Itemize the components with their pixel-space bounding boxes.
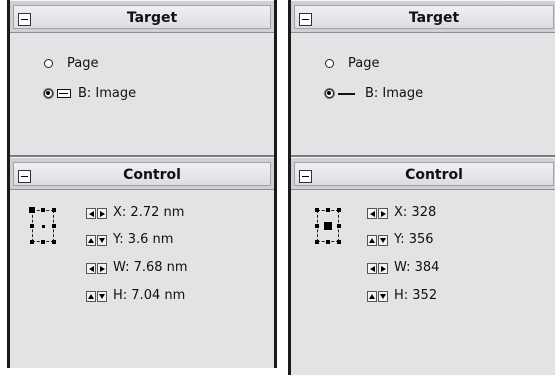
line-icon <box>338 93 355 95</box>
handle-top-left[interactable] <box>29 207 35 213</box>
collapse-icon[interactable] <box>18 170 31 183</box>
handle-bottom[interactable] <box>41 240 45 244</box>
x-stepper[interactable] <box>86 208 107 219</box>
handle-right[interactable] <box>337 224 341 228</box>
handle-top-right[interactable] <box>52 208 56 212</box>
decrement-button[interactable] <box>86 208 96 219</box>
target-body: Page B: Image <box>291 33 555 155</box>
control-section-header[interactable]: Control <box>291 157 555 190</box>
right-panel: Target Page B: Image Control X: 328 Y: 3… <box>288 0 555 375</box>
control-body: X: 328 Y: 356 W: 384 H: 352 <box>291 190 555 375</box>
handle-center[interactable] <box>324 222 332 230</box>
y-stepper[interactable] <box>86 235 107 246</box>
handle-top-right[interactable] <box>337 208 341 212</box>
decrement-button[interactable] <box>367 208 377 219</box>
x-field[interactable]: X: 2.72 nm <box>113 205 184 220</box>
decrement-button[interactable] <box>97 235 107 246</box>
control-title: Control <box>123 167 181 183</box>
target-title: Target <box>408 10 460 26</box>
decrement-button[interactable] <box>378 235 388 246</box>
collapse-icon[interactable] <box>299 170 312 183</box>
page-radio[interactable] <box>44 59 53 68</box>
collapse-icon[interactable] <box>18 13 31 26</box>
handle-left[interactable] <box>30 224 34 228</box>
decrement-button[interactable] <box>378 291 388 302</box>
x-stepper[interactable] <box>367 208 388 219</box>
image-radio[interactable] <box>325 89 334 98</box>
handle-center[interactable] <box>42 225 45 228</box>
handle-left[interactable] <box>315 224 319 228</box>
control-section-header[interactable]: Control <box>10 157 274 190</box>
x-field[interactable]: X: 328 <box>394 205 436 220</box>
w-field[interactable]: W: 7.68 nm <box>113 260 188 275</box>
target-section-header[interactable]: Target <box>291 0 555 33</box>
y-field[interactable]: Y: 3.6 nm <box>113 232 173 247</box>
handle-bottom-left[interactable] <box>30 240 34 244</box>
increment-button[interactable] <box>378 208 388 219</box>
target-section-header[interactable]: Target <box>10 0 274 33</box>
handle-top-left[interactable] <box>315 208 319 212</box>
page-radio[interactable] <box>325 59 334 68</box>
w-field[interactable]: W: 384 <box>394 260 439 275</box>
increment-button[interactable] <box>97 208 107 219</box>
handle-top[interactable] <box>41 208 45 212</box>
h-stepper[interactable] <box>86 291 107 302</box>
header-bar: Target <box>13 5 271 29</box>
anchor-widget[interactable] <box>28 206 58 246</box>
increment-button[interactable] <box>97 263 107 274</box>
handle-bottom[interactable] <box>326 240 330 244</box>
handle-bottom-left[interactable] <box>315 240 319 244</box>
image-radio[interactable] <box>44 89 53 98</box>
target-title: Target <box>126 10 178 26</box>
decrement-button[interactable] <box>367 263 377 274</box>
control-title: Control <box>405 167 463 183</box>
left-panel: Target Page B: Image Control X: 2.72 nm … <box>7 0 277 368</box>
increment-button[interactable] <box>378 263 388 274</box>
header-bar: Control <box>13 162 271 186</box>
w-stepper[interactable] <box>86 263 107 274</box>
increment-button[interactable] <box>367 235 377 246</box>
target-body: Page B: Image <box>10 33 274 155</box>
increment-button[interactable] <box>86 291 96 302</box>
increment-button[interactable] <box>86 235 96 246</box>
handle-right[interactable] <box>52 224 56 228</box>
y-stepper[interactable] <box>367 235 388 246</box>
header-bar: Target <box>294 5 554 29</box>
handle-top[interactable] <box>326 208 330 212</box>
control-body: X: 2.72 nm Y: 3.6 nm W: 7.68 nm H: 7.04 … <box>10 190 274 368</box>
handle-bottom-right[interactable] <box>52 240 56 244</box>
y-field[interactable]: Y: 356 <box>394 232 434 247</box>
page-option-label: Page <box>348 56 380 71</box>
h-stepper[interactable] <box>367 291 388 302</box>
image-thumb-icon <box>57 89 71 98</box>
page-option-label: Page <box>67 56 99 71</box>
decrement-button[interactable] <box>97 291 107 302</box>
anchor-widget[interactable] <box>313 206 343 246</box>
handle-bottom-right[interactable] <box>337 240 341 244</box>
header-bar: Control <box>294 162 554 186</box>
image-option-label: B: Image <box>365 86 424 101</box>
h-field[interactable]: H: 7.04 nm <box>113 288 185 303</box>
w-stepper[interactable] <box>367 263 388 274</box>
collapse-icon[interactable] <box>299 13 312 26</box>
decrement-button[interactable] <box>86 263 96 274</box>
increment-button[interactable] <box>367 291 377 302</box>
h-field[interactable]: H: 352 <box>394 288 437 303</box>
image-option-label: B: Image <box>78 86 137 101</box>
